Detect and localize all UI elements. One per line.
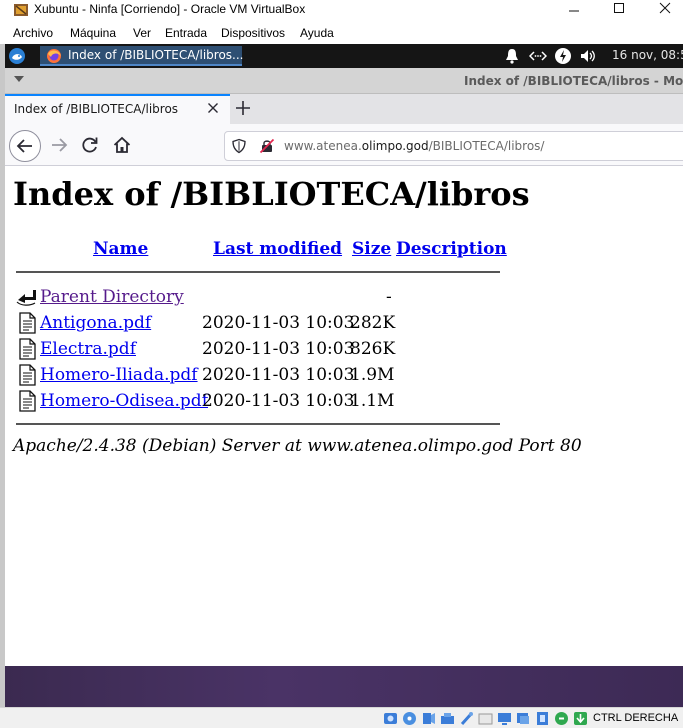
url-domain: olimpo.god [361,139,429,153]
taskbar-item-label: Index of /BIBLIOTECA/libros... [68,48,244,62]
window-menu-icon[interactable] [14,76,24,82]
column-header-name[interactable]: Name [93,239,148,259]
virtualbox-statusbar: CTRL DERECHA [0,707,683,728]
menu-ver[interactable]: Ver [133,26,151,40]
file-modified: 2020-11-03 10:03 [202,313,355,333]
file-link[interactable]: Homero-Iliada.pdf [40,365,198,385]
maximize-button[interactable] [596,0,642,22]
minimize-button[interactable] [551,0,597,22]
tab-label: Index of /BIBLIOTECA/libros [14,102,179,116]
host-key-icon[interactable] [573,711,588,726]
new-tab-icon[interactable] [234,99,252,117]
recording-icon[interactable] [516,711,531,726]
url-path: /BIBLIOTECA/libros/ [428,139,545,153]
close-tab-icon[interactable] [205,100,221,116]
file-size: 826K [350,339,396,359]
virtualbox-titlebar: Xubuntu - Ninfa [Corriendo] - Oracle VM … [0,0,683,22]
file-size: 1.1M [350,391,395,411]
file-icon [19,312,36,334]
notification-bell-icon[interactable] [503,47,521,65]
address-bar[interactable]: www.atenea.olimpo.god/BIBLIOTECA/libros/ [224,131,683,161]
file-size: 282K [350,313,396,333]
close-button[interactable] [642,0,683,22]
minimize-icon [569,10,579,12]
virtualbox-menubar: Archivo Máquina Ver Entrada Dispositivos… [0,22,683,44]
file-modified: 2020-11-03 10:03 [202,391,355,411]
table-divider-top [16,271,500,273]
home-icon[interactable] [112,135,132,155]
reload-icon[interactable] [80,135,100,155]
page-heading: Index of /BIBLIOTECA/libros [13,175,530,213]
file-icon [19,338,36,360]
panel-clock[interactable]: 16 nov, 08:50 [612,48,683,62]
parent-size: - [386,287,392,307]
firefox-icon [47,49,61,63]
cpu-icon[interactable] [535,711,550,726]
power-icon[interactable] [554,47,572,65]
usb-icon[interactable] [459,711,474,726]
maximize-icon [614,3,624,13]
audio-icon[interactable] [421,711,436,726]
parent-directory-icon [16,290,36,306]
tab-index-libros[interactable]: Index of /BIBLIOTECA/libros [5,94,230,124]
volume-icon[interactable] [579,47,597,65]
close-icon [659,2,671,14]
page-content: Index of /BIBLIOTECA/libros Name Last mo… [5,167,683,666]
taskbar-item-firefox[interactable]: Index of /BIBLIOTECA/libros... [40,46,244,66]
display-icon[interactable] [497,711,512,726]
file-link[interactable]: Antigona.pdf [40,313,151,333]
virtualbox-app-icon [14,4,28,16]
file-link[interactable]: Electra.pdf [40,339,136,359]
url-prefix: www.atenea. [284,139,362,153]
file-size: 1.9M [350,365,395,385]
menu-archivo[interactable]: Archivo [13,26,53,40]
host-key-label: CTRL DERECHA [593,712,679,724]
insecure-connection-icon[interactable] [259,138,275,154]
file-link[interactable]: Homero-Odisea.pdf [40,391,208,411]
tracking-protection-shield-icon[interactable] [231,138,247,154]
file-modified: 2020-11-03 10:03 [202,339,355,359]
mouse-integration-icon[interactable] [554,711,569,726]
optical-drive-icon[interactable] [402,711,417,726]
xfce-panel: Index of /BIBLIOTECA/libros... 16 nov, 0… [5,44,683,68]
file-icon [19,390,36,412]
menu-ayuda[interactable]: Ayuda [300,26,334,40]
whisker-menu-icon[interactable] [8,47,26,65]
tab-strip: Index of /BIBLIOTECA/libros [5,94,683,124]
navigation-toolbar: www.atenea.olimpo.god/BIBLIOTECA/libros/ [5,124,683,166]
server-signature: Apache/2.4.38 (Debian) Server at www.ate… [13,436,582,456]
desktop-wallpaper [5,666,683,707]
url-text: www.atenea.olimpo.god/BIBLIOTECA/libros/ [284,139,544,153]
table-divider-bottom [16,423,500,425]
file-icon [19,364,36,386]
firefox-window-title: Index of /BIBLIOTECA/libros - Mozill [464,74,683,88]
hard-disk-icon[interactable] [383,711,398,726]
column-header-last-modified[interactable]: Last modified [213,239,342,259]
back-button[interactable] [9,130,41,162]
window-title: Xubuntu - Ninfa [Corriendo] - Oracle VM … [34,2,306,16]
firefox-window-titlebar: Index of /BIBLIOTECA/libros - Mozill [5,68,683,94]
parent-directory-link[interactable]: Parent Directory [40,287,184,307]
file-modified: 2020-11-03 10:03 [202,365,355,385]
shared-folders-icon[interactable] [478,711,493,726]
column-header-description[interactable]: Description [396,239,507,259]
menu-entrada[interactable]: Entrada [165,26,207,40]
network-adapter-icon[interactable] [440,711,455,726]
menu-maquina[interactable]: Máquina [70,26,116,40]
network-icon[interactable] [529,47,547,65]
column-header-size[interactable]: Size [352,239,391,259]
menu-dispositivos[interactable]: Dispositivos [221,26,285,40]
forward-arrow-icon[interactable] [49,135,69,155]
back-arrow-icon [16,139,32,153]
